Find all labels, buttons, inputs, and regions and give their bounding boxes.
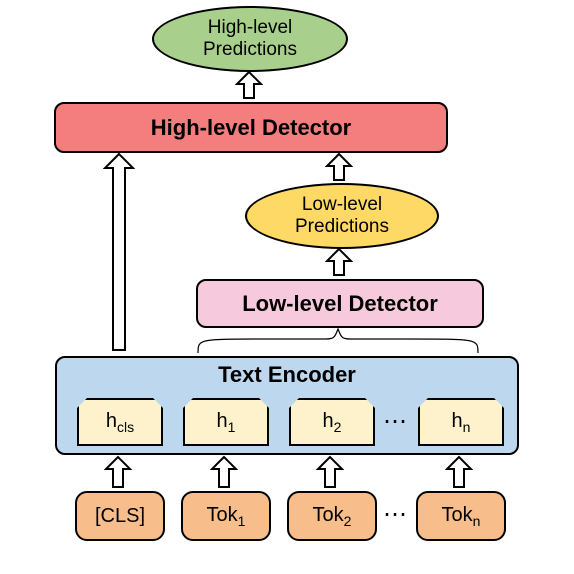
text-encoder-label: Text Encoder: [218, 362, 356, 388]
dots-hidden: ⋯: [383, 407, 409, 436]
high-level-predictions-label: High-level Predictions: [203, 17, 297, 61]
h-1-label: h1: [217, 410, 236, 435]
arrow-up-icon: [104, 455, 132, 489]
low-level-predictions-node: Low-level Predictions: [245, 183, 439, 249]
high-level-detector-label: High-level Detector: [151, 115, 352, 141]
high-level-predictions-node: High-level Predictions: [152, 6, 348, 72]
arrow-up-tall-icon: [103, 152, 135, 352]
tok-1-label: Tok1: [207, 504, 246, 529]
arrow-up-icon: [210, 455, 238, 489]
h-cls-node: hcls: [77, 398, 163, 446]
h-cls-label: hcls: [106, 410, 134, 435]
h-n-label: hn: [452, 410, 471, 435]
high-level-detector-node: High-level Detector: [54, 102, 448, 153]
h-2-node: h2: [289, 398, 375, 446]
arrow-up-icon: [445, 455, 473, 489]
diagram-canvas: High-level Predictions High-level Detect…: [0, 0, 574, 574]
tok-n-label: Tokn: [442, 504, 481, 529]
tok-n-node: Tokn: [416, 491, 506, 541]
dots-tokens: ⋯: [383, 500, 409, 529]
arrow-up-icon: [325, 152, 353, 182]
low-level-detector-node: Low-level Detector: [196, 279, 484, 328]
tok-2-label: Tok2: [313, 504, 352, 529]
tok-cls-node: [CLS]: [75, 491, 165, 541]
tok-cls-label: [CLS]: [95, 505, 145, 528]
tok-1-node: Tok1: [181, 491, 271, 541]
arrow-up-icon: [316, 455, 344, 489]
h-2-label: h2: [323, 410, 342, 435]
arrow-up-icon: [235, 70, 263, 100]
h-1-node: h1: [183, 398, 269, 446]
h-n-node: hn: [418, 398, 504, 446]
low-level-detector-label: Low-level Detector: [242, 291, 438, 317]
low-level-predictions-label: Low-level Predictions: [295, 194, 389, 238]
tok-2-node: Tok2: [287, 491, 377, 541]
arrow-up-icon: [325, 247, 353, 277]
